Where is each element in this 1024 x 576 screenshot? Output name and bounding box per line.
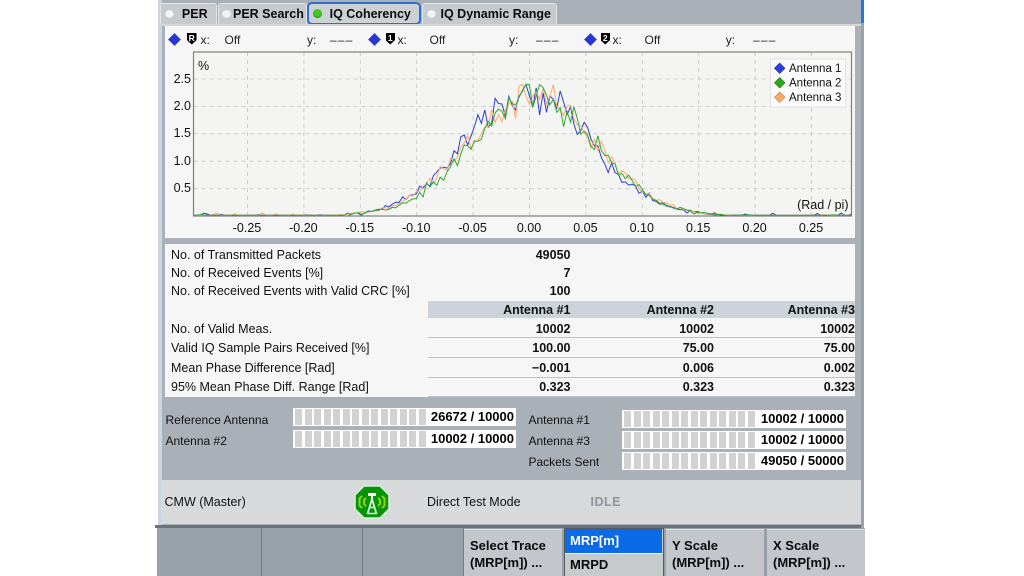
svg-text:Antenna 2: Antenna 2: [789, 78, 841, 90]
svg-text:Antenna 3: Antenna 3: [789, 92, 841, 104]
svg-text:Antenna 1: Antenna 1: [789, 63, 841, 75]
svg-text:(Rad / pi): (Rad / pi): [797, 198, 848, 212]
svg-text:%: %: [198, 59, 209, 73]
